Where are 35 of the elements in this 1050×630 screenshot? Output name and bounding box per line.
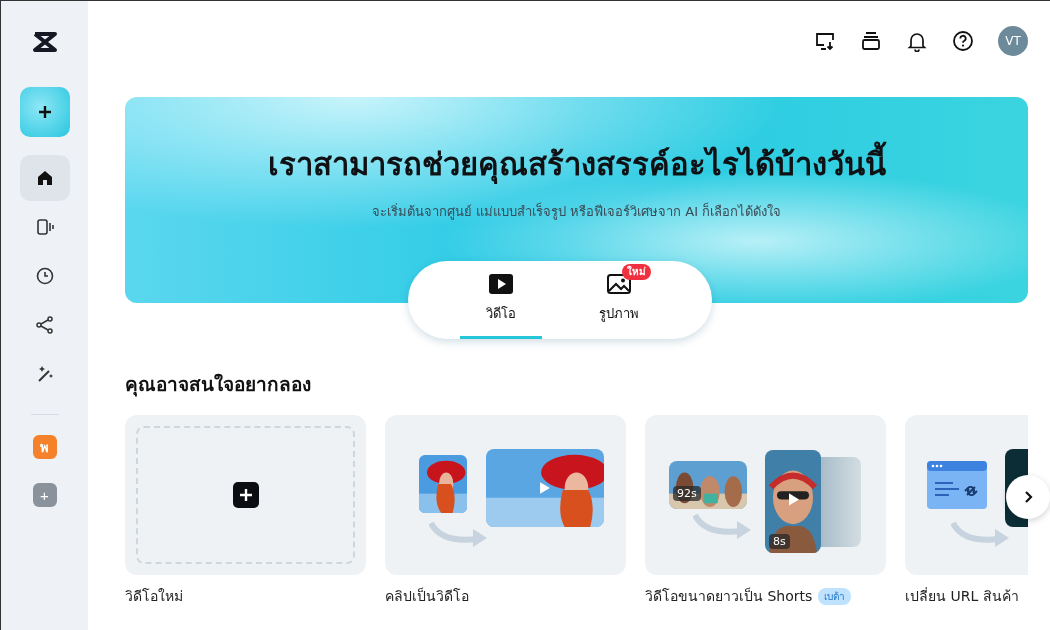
phone-icon [34,217,55,237]
plus-icon [36,104,53,120]
tab[interactable]: วิดีโอ [459,261,542,339]
stack-icon[interactable] [860,30,882,52]
card-label[interactable]: คลิปเป็นวิดีโอ [385,585,469,607]
plus-icon [233,482,259,508]
card-label[interactable]: เปลี่ยน URL สินค้า [905,585,1019,607]
card-thumbnail[interactable]: 92s 8s [645,415,886,575]
download-icon[interactable] [814,30,836,52]
avatar[interactable]: VT [998,26,1028,56]
clock-icon [34,266,55,286]
next-button[interactable] [1006,475,1050,519]
bell-icon[interactable] [906,30,928,52]
home-nav-button[interactable] [19,155,70,201]
logo-icon [31,31,58,53]
card-thumbnail[interactable] [125,415,366,575]
tab[interactable]: ใหม่ รูปภาพ [577,261,660,339]
play-icon [487,273,514,295]
curved-arrow-icon [951,521,1011,549]
chevron-right-icon [1022,490,1034,504]
card-thumbnail[interactable] [385,415,626,575]
curved-arrow-icon [429,521,489,549]
section-title: คุณอาจสนใจอยากลอง [125,372,312,399]
banner-title: เราสามารถช่วยคุณสร้างสรรค์อะไรได้บ้างวันนี้ [267,139,886,189]
curved-arrow-icon [693,513,753,541]
card-label[interactable]: วิดีโอขนาดยาวเป็น Shorts [645,585,813,607]
duration-badge: 8s [769,534,790,549]
share-icon [34,315,55,335]
help-icon[interactable] [952,30,974,52]
new-badge: ใหม่ [621,264,651,280]
link-page-icon [927,461,987,509]
beta-badge: เบต้า [818,587,852,605]
banner-subtitle: จะเริ่มต้นจากศูนย์ แม่แบบสำเร็จรูป หรือฟีเจอร์วิเศษจาก AI ก็เลือกได้ดังใจ [371,201,782,222]
duration-badge: 92s [673,486,701,501]
card-label[interactable]: วิดีโอใหม่ [125,585,183,607]
